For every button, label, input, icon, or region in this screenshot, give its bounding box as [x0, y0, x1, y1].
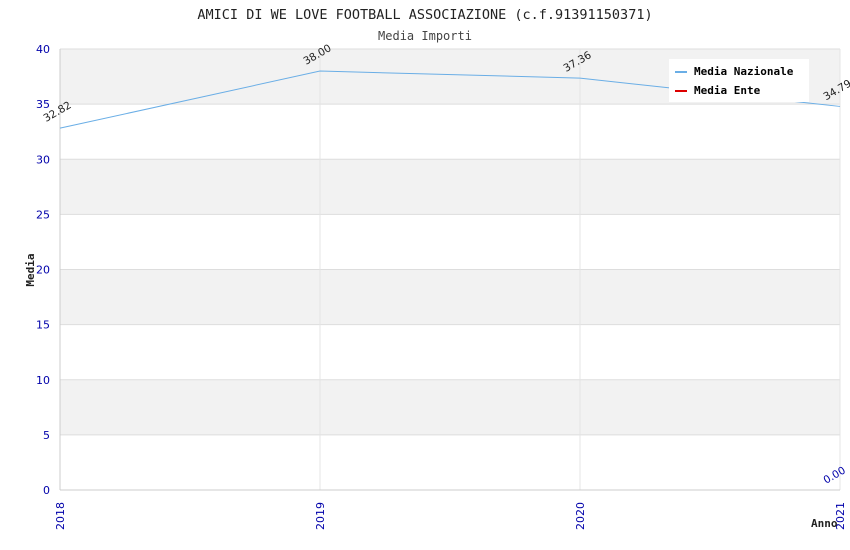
chart: 0510152025303540 2018 2019 2020 2021 32.823…: [24, 7, 850, 530]
chart-title: AMICI DI WE LOVE FOOTBALL ASSOCIAZIONE (…: [197, 7, 652, 23]
x-tick-label: 2020: [574, 502, 587, 530]
legend-label-media-nazionale: Media Nazionale: [694, 65, 794, 78]
x-axis-label: Anno: [811, 517, 838, 530]
grid-band: [60, 269, 840, 325]
legend-label-media-ente: Media Ente: [694, 84, 761, 97]
grid-band: [60, 159, 840, 215]
y-tick-label: 20: [36, 264, 50, 277]
y-tick-label: 40: [36, 43, 50, 56]
y-tick-label: 30: [36, 153, 50, 166]
y-axis-label: Media: [24, 253, 37, 286]
chart-subtitle: Media Importi: [378, 29, 472, 43]
y-tick-label: 35: [36, 98, 50, 111]
y-tick-label: 10: [36, 374, 50, 387]
y-tick-label: 5: [43, 429, 50, 442]
x-tick-labels: 2018 2019 2020 2021: [54, 502, 847, 530]
legend: Media Nazionale Media Ente: [669, 59, 809, 102]
x-tick-label: 2018: [54, 502, 67, 530]
grid-band: [60, 104, 840, 160]
grid-band: [60, 434, 840, 490]
x-tick-label: 2019: [314, 502, 327, 530]
grid-band: [60, 379, 840, 435]
y-tick-label: 0: [43, 484, 50, 497]
y-tick-label: 15: [36, 319, 50, 332]
y-tick-label: 25: [36, 208, 50, 221]
grid-band: [60, 214, 840, 270]
grid-band: [60, 324, 840, 380]
